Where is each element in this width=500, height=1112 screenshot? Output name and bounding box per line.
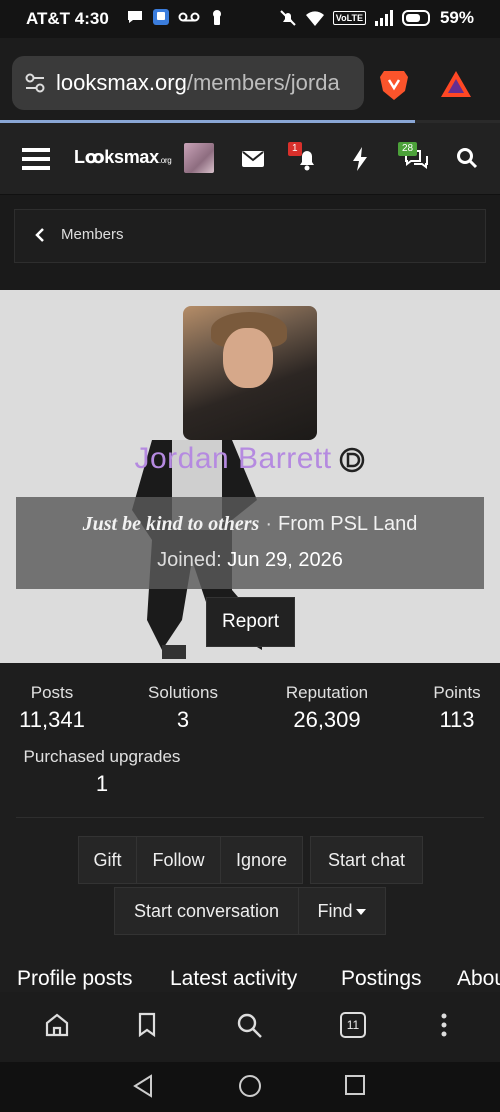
bookmark-icon[interactable] xyxy=(137,1012,157,1038)
stat-posts[interactable]: Posts 11,341 xyxy=(14,683,90,733)
home-circle-icon[interactable] xyxy=(238,1074,262,1098)
ignore-button[interactable]: Ignore xyxy=(220,836,303,884)
alerts-badge: 1 xyxy=(288,142,302,156)
divider xyxy=(16,817,484,818)
breadcrumb-label: Members xyxy=(61,226,124,243)
stat-label: Posts xyxy=(30,683,74,702)
brave-rewards-icon[interactable] xyxy=(440,70,472,98)
caret-down-icon xyxy=(356,909,366,915)
profile-tabs: Profile posts Latest activity Postings A… xyxy=(0,953,500,993)
back-triangle-icon[interactable] xyxy=(132,1074,154,1098)
more-menu-icon[interactable] xyxy=(440,1012,448,1038)
profile-title-line: Just be kind to others · From PSL Land xyxy=(16,513,484,536)
home-icon[interactable] xyxy=(44,1012,70,1038)
username-text: Jordan Barrett xyxy=(134,442,332,475)
follow-button[interactable]: Follow xyxy=(136,836,221,884)
tab-about[interactable]: About xyxy=(457,967,500,991)
site-logo[interactable]: Lꝏksmax.org xyxy=(74,147,172,168)
volte-icon: VoLTE xyxy=(332,11,366,25)
site-settings-icon[interactable] xyxy=(24,72,46,94)
system-navigation-bar xyxy=(0,1062,500,1112)
logo-suffix: .org xyxy=(158,156,172,165)
stat-value: 113 xyxy=(439,707,475,732)
stat-value: 11,341 xyxy=(19,707,85,732)
gift-button[interactable]: Gift xyxy=(78,836,137,884)
tab-switcher-button[interactable]: 11 xyxy=(340,1012,366,1038)
start-chat-button[interactable]: Start chat xyxy=(310,836,423,884)
brave-shields-icon[interactable] xyxy=(378,68,410,102)
profile-stats: Posts 11,341 Solutions 3 Reputation 26,3… xyxy=(0,663,500,953)
breadcrumb[interactable]: Members xyxy=(14,209,486,263)
separator: · xyxy=(265,513,273,535)
browser-bottom-toolbar: 11 xyxy=(0,992,500,1062)
start-conversation-button[interactable]: Start conversation xyxy=(114,887,299,935)
address-bar[interactable]: looksmax.org/members/jorda xyxy=(12,56,364,110)
profile-info-box: Just be kind to others · From PSL Land Joi… xyxy=(16,497,484,589)
site-header: Lꝏksmax.org 1 28 xyxy=(0,123,500,195)
url-path: /members/jorda xyxy=(186,70,340,95)
avatar-face xyxy=(223,328,273,388)
stat-purchased-upgrades[interactable]: Purchased upgrades 1 xyxy=(14,747,190,797)
chat-bubble-icon xyxy=(128,11,142,23)
stat-reputation[interactable]: Reputation 26,309 xyxy=(272,683,382,733)
location-text: From PSL Land xyxy=(278,513,418,535)
browser-toolbar: looksmax.org/members/jorda xyxy=(0,38,500,122)
report-button[interactable]: Report xyxy=(206,597,295,647)
user-rank-icon xyxy=(339,447,364,473)
signal-icon xyxy=(374,10,393,26)
wifi-icon xyxy=(305,11,324,26)
stat-label: Reputation xyxy=(285,683,369,702)
logo-text: Lꝏksmax xyxy=(74,147,159,167)
search-icon[interactable] xyxy=(236,1012,264,1040)
battery-icon xyxy=(401,10,430,26)
find-label: Find xyxy=(317,901,353,921)
app-badge-icon xyxy=(153,9,169,25)
profile-avatar[interactable] xyxy=(183,306,317,440)
tab-latest-activity[interactable]: Latest activity xyxy=(170,967,297,991)
status-bar: AT&T 4:30 VoLTE 59% xyxy=(0,0,500,38)
joined-line: Joined: Jun 29, 2026 xyxy=(16,549,484,572)
stat-value: 26,309 xyxy=(293,707,361,732)
lightning-icon[interactable] xyxy=(352,147,368,171)
tab-postings[interactable]: Postings xyxy=(341,967,422,991)
url-text: looksmax.org/members/jorda xyxy=(56,70,340,96)
joined-label: Joined: xyxy=(157,549,222,571)
stat-label: Points xyxy=(433,683,481,702)
mute-icon xyxy=(280,10,296,26)
stat-label: Purchased upgrades xyxy=(23,747,181,766)
battery-percent: 59% xyxy=(439,8,474,27)
custom-title: Just be kind to others xyxy=(82,513,260,535)
url-host: looksmax.org xyxy=(56,70,187,95)
stat-label: Solutions xyxy=(148,683,218,702)
inbox-icon[interactable] xyxy=(242,151,264,167)
voicemail-icon xyxy=(178,12,200,22)
tab-profile-posts[interactable]: Profile posts xyxy=(17,967,133,991)
profile-banner: Jordan Barrett Just be kind to others · Fr… xyxy=(0,290,500,663)
lock-keyhole-icon xyxy=(213,10,221,25)
search-icon[interactable] xyxy=(456,147,478,169)
conversations-badge: 28 xyxy=(398,142,418,156)
account-avatar[interactable] xyxy=(184,143,214,173)
profile-username: Jordan Barrett xyxy=(0,442,500,476)
recents-square-icon[interactable] xyxy=(344,1074,366,1096)
stat-value: 3 xyxy=(176,707,190,732)
chevron-left-icon xyxy=(35,228,44,242)
find-dropdown-button[interactable]: Find xyxy=(298,887,386,935)
status-time: AT&T 4:30 xyxy=(26,9,109,28)
joined-date: Jun 29, 2026 xyxy=(227,549,343,571)
menu-icon[interactable] xyxy=(22,147,50,171)
stat-points[interactable]: Points 113 xyxy=(426,683,488,733)
stat-solutions[interactable]: Solutions 3 xyxy=(138,683,228,733)
stat-value: 1 xyxy=(95,771,109,796)
